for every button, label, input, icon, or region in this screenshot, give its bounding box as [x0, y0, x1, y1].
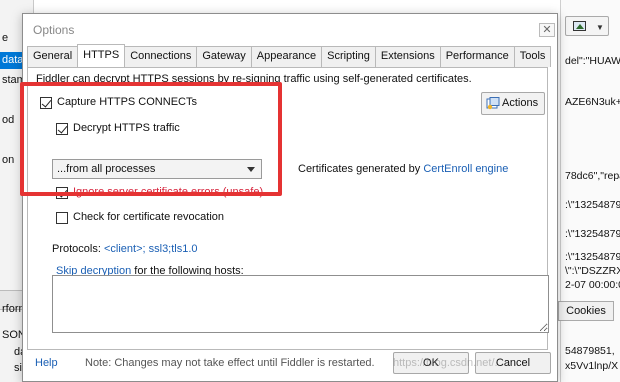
- image-view-button[interactable]: ▼: [565, 16, 609, 36]
- protocols-link[interactable]: <client>; ssl3;tls1.0: [104, 243, 198, 255]
- bg-right-row: AZE6N3uk+c: [565, 96, 620, 108]
- close-icon[interactable]: ✕: [539, 23, 555, 37]
- tab-appearance[interactable]: Appearance: [250, 46, 323, 67]
- actions-icon: [486, 97, 500, 110]
- help-link[interactable]: Help: [35, 357, 58, 369]
- bg-right-row: :\"13254879: [565, 228, 620, 240]
- actions-button-label: Actions: [502, 97, 539, 109]
- tab-tools[interactable]: Tools: [513, 46, 552, 67]
- https-panel: Fiddler can decrypt HTTPS sessions by re…: [27, 67, 549, 350]
- options-dialog: Options ✕ General HTTPS Connections Gate…: [22, 13, 558, 382]
- tab-scripting[interactable]: Scripting: [321, 46, 376, 67]
- check-revocation-checkbox[interactable]: [56, 212, 68, 224]
- tab-cookies[interactable]: Cookies: [558, 301, 614, 321]
- capture-https-checkbox[interactable]: [40, 97, 52, 109]
- tab-connections[interactable]: Connections: [124, 46, 198, 67]
- options-tabs: General HTTPS Connections Gateway Appear…: [27, 44, 552, 67]
- background-right-pane: del":"HUAW AZE6N3uk+c 78dc6","repa :\"13…: [560, 0, 620, 382]
- process-filter-value: ...from all processes: [57, 163, 156, 175]
- ignore-cert-errors-checkbox[interactable]: [56, 187, 68, 199]
- dialog-footer: Help Note: Changes may not take effect u…: [23, 352, 559, 382]
- certificates-text: Certificates generated by CertEnroll eng…: [298, 163, 508, 175]
- bg-right-row: del":"HUAW: [565, 55, 620, 67]
- decrypt-https-label[interactable]: Decrypt HTTPS traffic: [73, 122, 180, 134]
- tab-gateway[interactable]: Gateway: [196, 46, 252, 67]
- watermark-text: https://blog.csdn.net/....: [393, 357, 507, 369]
- protocols-label: Protocols:: [52, 243, 101, 255]
- dialog-titlebar: Options ✕: [23, 14, 557, 46]
- chevron-down-icon: [247, 167, 255, 172]
- capture-https-label[interactable]: Capture HTTPS CONNECTs: [57, 96, 197, 108]
- certenroll-engine-link[interactable]: CertEnroll engine: [423, 163, 508, 175]
- bg-right-row: 2-07 00:00:0: [565, 279, 620, 291]
- bg-right-row: 78dc6","repa: [565, 170, 620, 182]
- protocols-row: Protocols: <client>; ssl3;tls1.0: [52, 243, 198, 255]
- check-revocation-label[interactable]: Check for certificate revocation: [73, 211, 224, 223]
- certificates-label: Certificates generated by: [298, 163, 421, 175]
- bg-right-row: x5Vv1lnp/X: [565, 360, 619, 372]
- decrypt-https-checkbox[interactable]: [56, 123, 68, 135]
- dialog-title: Options: [33, 23, 75, 37]
- process-filter-select[interactable]: ...from all processes: [52, 159, 262, 179]
- tab-https[interactable]: HTTPS: [77, 44, 126, 67]
- actions-button[interactable]: Actions: [481, 92, 545, 115]
- tab-performance[interactable]: Performance: [439, 46, 515, 67]
- tab-extensions[interactable]: Extensions: [374, 46, 441, 67]
- https-intro-text: Fiddler can decrypt HTTPS sessions by re…: [36, 73, 472, 85]
- image-icon: [573, 21, 586, 31]
- ignore-cert-errors-label[interactable]: Ignore server certificate errors (unsafe…: [73, 186, 263, 198]
- dropdown-arrow-icon: ▼: [596, 23, 604, 32]
- bg-right-row: :\"13254879: [565, 199, 620, 211]
- tab-general[interactable]: General: [27, 46, 79, 67]
- skip-hosts-textarea[interactable]: [52, 275, 549, 333]
- restart-note: Note: Changes may not take effect until …: [85, 357, 375, 369]
